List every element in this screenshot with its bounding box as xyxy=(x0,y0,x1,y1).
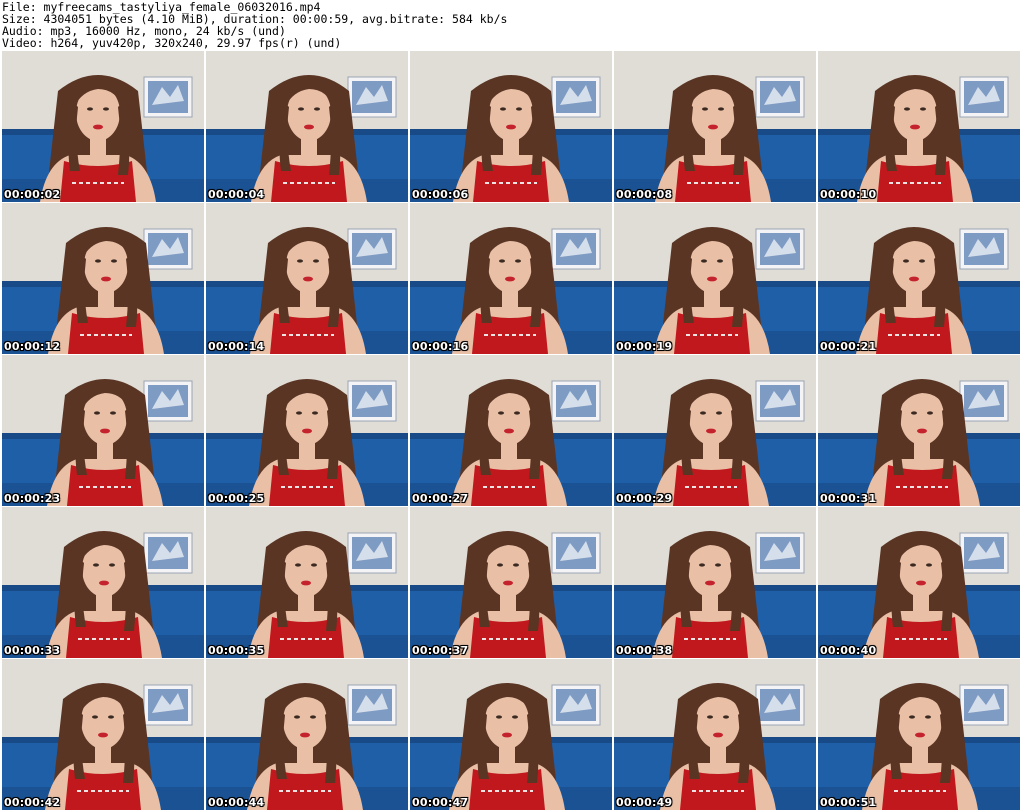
video-thumbnail: 00:00:02 xyxy=(2,51,204,202)
video-thumbnail: 00:00:21 xyxy=(818,203,1020,354)
thumbnail-frame-image xyxy=(2,659,204,810)
video-thumbnail: 00:00:35 xyxy=(206,507,408,658)
thumbnail-frame-image xyxy=(410,51,612,202)
info-header: File: myfreecams_tastyliya_female_060320… xyxy=(0,0,1024,52)
timestamp-label: 00:00:16 xyxy=(412,340,469,353)
thumbnail-grid: 00:00:02 00:00:04 00:00:06 00:00:08 00:0… xyxy=(0,51,1024,811)
timestamp-label: 00:00:27 xyxy=(412,492,469,505)
thumbnail-frame-image xyxy=(818,355,1020,506)
timestamp-label: 00:00:04 xyxy=(208,188,265,201)
timestamp-label: 00:00:10 xyxy=(820,188,877,201)
video-thumbnail: 00:00:49 xyxy=(614,659,816,810)
timestamp-label: 00:00:21 xyxy=(820,340,877,353)
thumbnail-frame-image xyxy=(2,203,204,354)
video-thumbnail: 00:00:23 xyxy=(2,355,204,506)
thumbnail-frame-image xyxy=(2,507,204,658)
thumbnail-frame-image xyxy=(2,355,204,506)
thumbnail-frame-image xyxy=(410,355,612,506)
video-thumbnail: 00:00:42 xyxy=(2,659,204,810)
thumbnail-frame-image xyxy=(206,355,408,506)
video-line: Video: h264, yuv420p, 320x240, 29.97 fps… xyxy=(2,36,342,50)
video-thumbnail: 00:00:44 xyxy=(206,659,408,810)
timestamp-label: 00:00:25 xyxy=(208,492,265,505)
timestamp-label: 00:00:29 xyxy=(616,492,673,505)
thumbnail-frame-image xyxy=(614,355,816,506)
video-thumbnail: 00:00:40 xyxy=(818,507,1020,658)
thumbnail-frame-image xyxy=(614,507,816,658)
thumbnail-frame-image xyxy=(614,659,816,810)
thumbnail-frame-image xyxy=(410,203,612,354)
video-thumbnail: 00:00:06 xyxy=(410,51,612,202)
timestamp-label: 00:00:23 xyxy=(4,492,61,505)
timestamp-label: 00:00:42 xyxy=(4,796,61,809)
thumbnail-frame-image xyxy=(614,51,816,202)
timestamp-label: 00:00:35 xyxy=(208,644,265,657)
video-thumbnail: 00:00:16 xyxy=(410,203,612,354)
timestamp-label: 00:00:31 xyxy=(820,492,877,505)
timestamp-label: 00:00:37 xyxy=(412,644,469,657)
thumbnail-frame-image xyxy=(206,659,408,810)
timestamp-label: 00:00:51 xyxy=(820,796,877,809)
timestamp-label: 00:00:47 xyxy=(412,796,469,809)
video-thumbnail: 00:00:14 xyxy=(206,203,408,354)
video-thumbnail: 00:00:08 xyxy=(614,51,816,202)
timestamp-label: 00:00:12 xyxy=(4,340,61,353)
timestamp-label: 00:00:38 xyxy=(616,644,673,657)
video-thumbnail: 00:00:29 xyxy=(614,355,816,506)
video-thumbnail: 00:00:10 xyxy=(818,51,1020,202)
timestamp-label: 00:00:33 xyxy=(4,644,61,657)
timestamp-label: 00:00:06 xyxy=(412,188,469,201)
timestamp-label: 00:00:44 xyxy=(208,796,265,809)
video-thumbnail: 00:00:27 xyxy=(410,355,612,506)
timestamp-label: 00:00:49 xyxy=(616,796,673,809)
video-thumbnail: 00:00:12 xyxy=(2,203,204,354)
thumbnail-frame-image xyxy=(818,203,1020,354)
thumbnail-frame-image xyxy=(410,659,612,810)
timestamp-label: 00:00:14 xyxy=(208,340,265,353)
video-thumbnail: 00:00:47 xyxy=(410,659,612,810)
thumbnail-frame-image xyxy=(410,507,612,658)
thumbnail-frame-image xyxy=(206,203,408,354)
video-thumbnail: 00:00:31 xyxy=(818,355,1020,506)
video-thumbnail: 00:00:37 xyxy=(410,507,612,658)
video-thumbnail: 00:00:51 xyxy=(818,659,1020,810)
thumbnail-frame-image xyxy=(818,51,1020,202)
video-thumbnail: 00:00:04 xyxy=(206,51,408,202)
thumbnail-frame-image xyxy=(818,659,1020,810)
thumbnail-frame-image xyxy=(2,51,204,202)
thumbnail-frame-image xyxy=(206,507,408,658)
timestamp-label: 00:00:08 xyxy=(616,188,673,201)
video-thumbnail: 00:00:19 xyxy=(614,203,816,354)
video-thumbnail: 00:00:25 xyxy=(206,355,408,506)
timestamp-label: 00:00:02 xyxy=(4,188,61,201)
timestamp-label: 00:00:19 xyxy=(616,340,673,353)
thumbnail-frame-image xyxy=(614,203,816,354)
thumbnail-frame-image xyxy=(206,51,408,202)
timestamp-label: 00:00:40 xyxy=(820,644,877,657)
video-thumbnail: 00:00:38 xyxy=(614,507,816,658)
video-thumbnail: 00:00:33 xyxy=(2,507,204,658)
thumbnail-frame-image xyxy=(818,507,1020,658)
